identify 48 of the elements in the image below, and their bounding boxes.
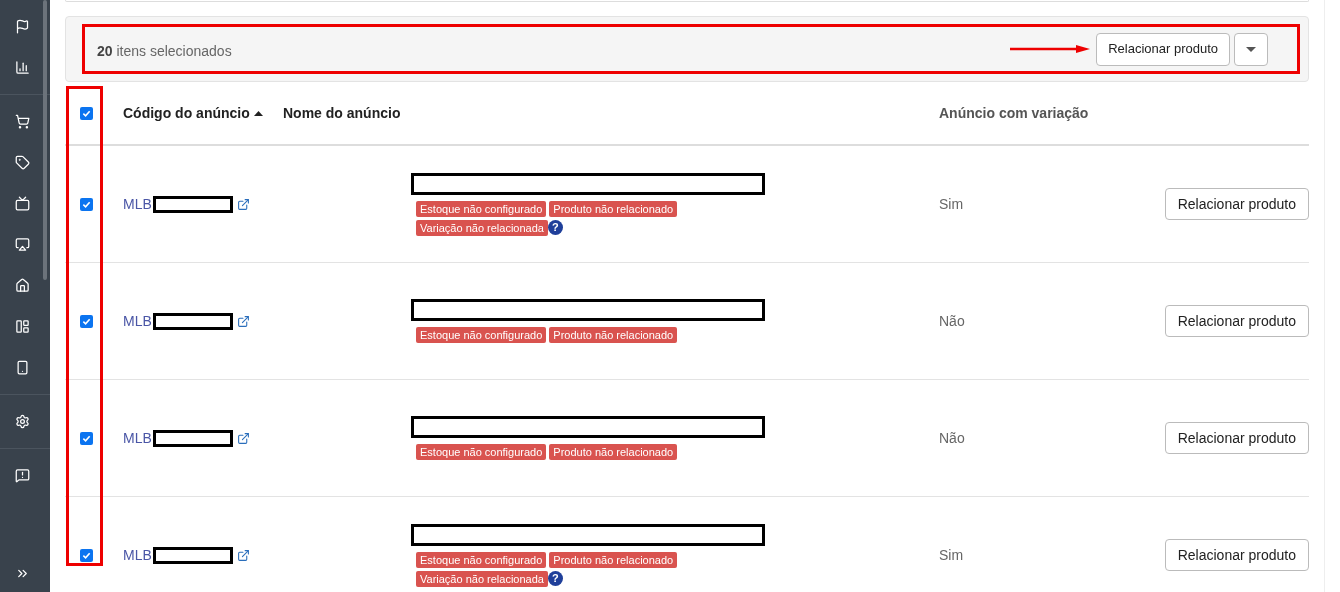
status-badge: Produto não relacionado — [549, 551, 678, 568]
checkbox[interactable] — [79, 106, 93, 120]
status-badge: Produto não relacionado — [549, 200, 678, 217]
relate-product-button[interactable]: Relacionar produto — [1164, 539, 1309, 571]
external-link-icon[interactable] — [236, 314, 250, 328]
phone-icon[interactable] — [14, 360, 30, 375]
status-badge: Estoque não configurado — [416, 200, 547, 217]
tv-icon[interactable] — [14, 196, 30, 211]
selection-count: 20 itens selecionados — [97, 41, 232, 61]
external-link-icon[interactable] — [236, 548, 250, 562]
checkbox[interactable] — [79, 197, 93, 211]
status-badge: Variação não relacionada — [416, 570, 548, 587]
help-chat-icon[interactable] — [14, 468, 30, 483]
settings-icon[interactable] — [14, 414, 30, 429]
status-badge: Produto não relacionado — [549, 444, 678, 460]
relate-product-button[interactable]: Relacionar produto — [1164, 305, 1309, 337]
column-header[interactable]: Nome do anúncio — [283, 104, 401, 121]
status-badge: Produto não relacionado — [549, 327, 678, 343]
status-badge: Variação não relacionada — [416, 219, 548, 236]
cart-icon[interactable] — [14, 114, 30, 129]
tag-icon[interactable] — [14, 155, 30, 170]
external-link-icon[interactable] — [236, 431, 250, 445]
screen-icon[interactable] — [14, 237, 30, 252]
checkbox[interactable] — [79, 548, 93, 562]
checkbox[interactable] — [79, 431, 93, 445]
listing-code[interactable]: MLB — [123, 310, 152, 332]
relate-product-button[interactable]: Relacionar produto — [1164, 188, 1309, 220]
checkbox[interactable] — [79, 314, 93, 328]
bar-chart-icon[interactable] — [14, 60, 30, 75]
column-header[interactable]: Anúncio com variação — [939, 104, 1089, 121]
status-badge: Estoque não configurado — [416, 551, 547, 568]
column-header[interactable]: Código do anúncio — [123, 102, 250, 124]
variation-value: Não — [939, 312, 965, 329]
home-icon[interactable] — [14, 278, 30, 293]
listing-code[interactable]: MLB — [123, 427, 152, 449]
listing-code[interactable]: MLB — [123, 193, 152, 215]
variation-value: Não — [939, 429, 965, 446]
caret-icon — [1246, 46, 1256, 52]
layout-icon[interactable] — [14, 319, 30, 334]
external-link-icon[interactable] — [236, 197, 250, 211]
flag-icon[interactable] — [14, 19, 30, 34]
relate-product-button[interactable]: Relacionar produto — [1096, 32, 1230, 66]
variation-value: Sim — [939, 546, 964, 563]
listing-code[interactable]: MLB — [123, 544, 152, 566]
status-badge: Estoque não configurado — [416, 327, 547, 343]
variation-value: Sim — [939, 195, 964, 212]
relate-product-button[interactable]: Relacionar produto — [1164, 422, 1309, 454]
status-badge: Estoque não configurado — [416, 444, 547, 460]
